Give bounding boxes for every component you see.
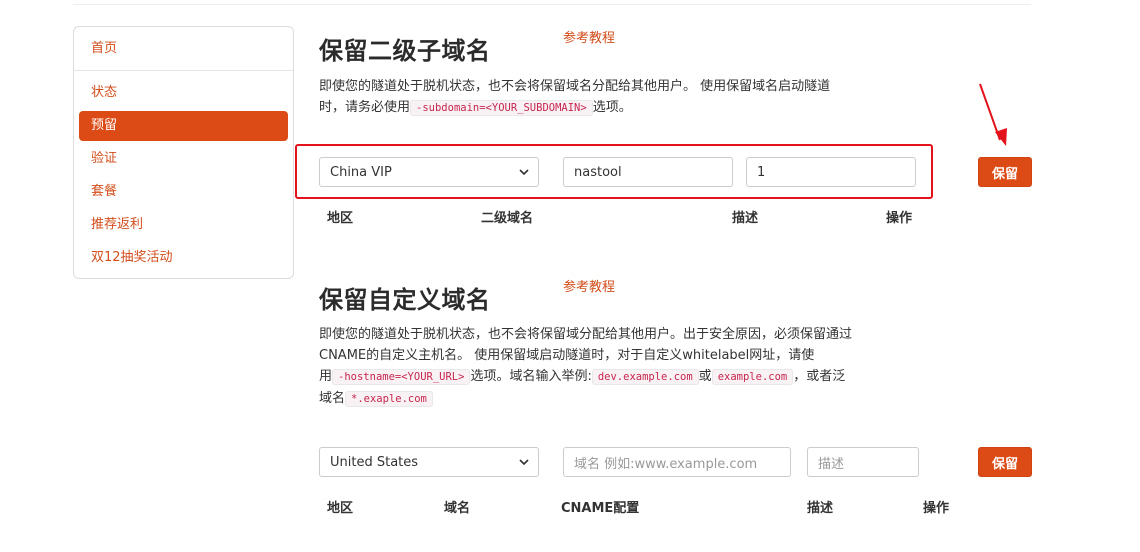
table-header-region: 地区 xyxy=(327,501,354,516)
sidebar-item-referral[interactable]: 推荐返利 xyxy=(79,210,288,240)
sidebar-item-label: 推荐返利 xyxy=(91,217,144,232)
custom-description-input[interactable]: 描述 xyxy=(807,447,919,477)
sidebar-nav: 首页 状态 预留 验证 套餐 推荐返利 双12抽奖活动 xyxy=(73,26,294,279)
sidebar-item-label: 预留 xyxy=(91,118,118,133)
desc-text: 用 xyxy=(319,369,333,384)
table-header-description: 描述 xyxy=(732,211,759,226)
reserve-custom-domain-button[interactable]: 保留 xyxy=(978,447,1032,477)
input-value: 1 xyxy=(757,164,766,180)
subdomain-section-title: 保留二级子域名 xyxy=(319,37,491,65)
subdomain-name-input[interactable]: nastool xyxy=(563,157,733,187)
chevron-down-icon xyxy=(519,169,529,176)
custom-domain-input[interactable]: 域名 例如:www.example.com xyxy=(563,447,791,477)
example-dev-code: dev.example.com xyxy=(591,369,699,385)
desc-text: 或 xyxy=(698,369,712,384)
sidebar-item-label: 双12抽奖活动 xyxy=(91,250,173,265)
subdomain-description-input[interactable]: 1 xyxy=(746,157,916,187)
select-value: United States xyxy=(330,454,419,470)
custom-region-select[interactable]: United States xyxy=(319,447,539,477)
subdomain-region-select[interactable]: China VIP xyxy=(319,157,539,187)
desc-text: 选项。 xyxy=(592,100,632,115)
chevron-down-icon xyxy=(519,459,529,466)
subdomain-desc-line1: 即使您的隧道处于脱机状态，也不会将保留域名分配给其他用户。 使用保留域名启动隧道 xyxy=(319,79,831,94)
custom-desc-line1: 即使您的隧道处于脱机状态，也不会将保留域分配给其他用户。出于安全原因，必须保留通… xyxy=(319,327,853,342)
sidebar-item-label: 验证 xyxy=(91,151,118,166)
top-divider xyxy=(73,4,1031,5)
table-header-domain: 域名 xyxy=(444,501,471,516)
table-header-region: 地区 xyxy=(327,211,354,226)
example-domain-code: example.com xyxy=(711,369,794,385)
subdomain-description: 即使您的隧道处于脱机状态，也不会将保留域名分配给其他用户。 使用保留域名启动隧道… xyxy=(319,76,830,119)
sidebar-item-plans[interactable]: 套餐 xyxy=(79,177,288,207)
custom-desc-line3: 用 -hostname=<YOUR_URL> 选项。域名输入举例: dev.examp… xyxy=(319,366,852,388)
desc-text: ，或者泛 xyxy=(793,369,846,384)
sidebar-item-reserve[interactable]: 预留 xyxy=(79,111,288,141)
subdomain-tutorial-link[interactable]: 参考教程 xyxy=(563,27,615,46)
select-value: China VIP xyxy=(330,164,392,180)
sidebar-item-label: 套餐 xyxy=(91,184,118,199)
sidebar-item-lottery[interactable]: 双12抽奖活动 xyxy=(79,243,288,273)
desc-text: 时，请务必使用 xyxy=(319,100,411,115)
sidebar-item-status[interactable]: 状态 xyxy=(79,78,288,108)
table-header-actions: 操作 xyxy=(886,211,913,226)
subdomain-desc-line2: 时，请务必使用 -subdomain=<YOUR_SUBDOMAIN> 选项。 xyxy=(319,97,830,119)
desc-text: 域名 xyxy=(319,391,346,406)
example-wildcard-code: *.exaple.com xyxy=(345,391,433,407)
input-value: nastool xyxy=(574,164,622,180)
subdomain-option-code: -subdomain=<YOUR_SUBDOMAIN> xyxy=(410,100,593,116)
custom-desc-line4: 域名 *.exaple.com xyxy=(319,388,852,410)
reserve-subdomain-button[interactable]: 保留 xyxy=(978,157,1032,187)
input-placeholder: 域名 例如:www.example.com xyxy=(574,456,758,472)
custom-domain-section-title: 保留自定义域名 xyxy=(319,286,491,314)
sidebar-item-verify[interactable]: 验证 xyxy=(79,144,288,174)
table-header-cname: CNAME配置 xyxy=(561,501,640,516)
sidebar-item-label: 首页 xyxy=(91,41,118,56)
input-placeholder: 描述 xyxy=(818,456,845,472)
table-header-description: 描述 xyxy=(807,501,834,516)
desc-text: 选项。域名输入举例: xyxy=(470,369,592,384)
hostname-option-code: -hostname=<YOUR_URL> xyxy=(332,369,471,385)
sidebar-item-home[interactable]: 首页 xyxy=(74,27,293,71)
custom-domain-tutorial-link[interactable]: 参考教程 xyxy=(563,276,615,295)
custom-desc-line2: CNAME的自定义主机名。 使用保留域启动隧道时，对于自定义whitelabel… xyxy=(319,348,815,363)
table-header-actions: 操作 xyxy=(923,501,950,516)
table-header-subdomain: 二级域名 xyxy=(481,211,534,226)
annotation-arrow-icon xyxy=(979,83,1007,146)
sidebar-item-label: 状态 xyxy=(91,85,118,100)
custom-domain-description: 即使您的隧道处于脱机状态，也不会将保留域分配给其他用户。出于安全原因，必须保留通… xyxy=(319,324,852,410)
